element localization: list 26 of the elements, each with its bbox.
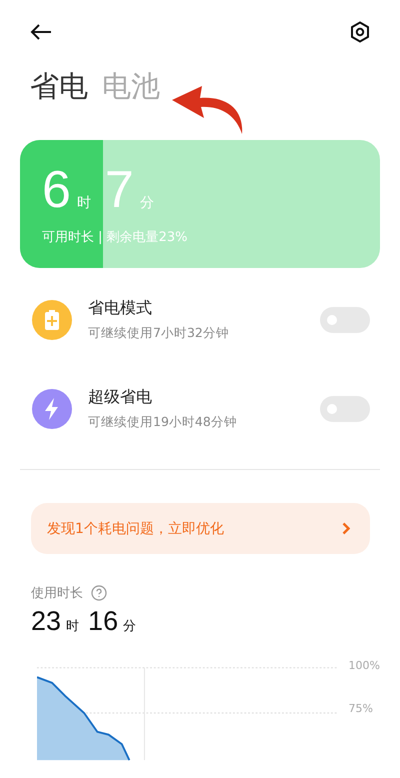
chevron-right-icon bbox=[342, 522, 350, 535]
usage-hours: 23 bbox=[31, 606, 62, 637]
optimize-banner[interactable]: 发现1个耗电问题，立即优化 bbox=[31, 503, 370, 554]
back-icon[interactable] bbox=[30, 24, 52, 40]
mode-subtitle: 可继续使用7小时32分钟 bbox=[88, 325, 230, 342]
usage-label: 使用时长 bbox=[31, 585, 83, 602]
hours-unit: 时 bbox=[76, 194, 91, 212]
usage-minutes-unit: 分 bbox=[123, 618, 136, 635]
battery-icon bbox=[32, 300, 72, 340]
axis-label: 100% bbox=[348, 659, 380, 672]
minutes-value: 7 bbox=[104, 160, 134, 220]
hours-value: 6 bbox=[42, 160, 71, 220]
lightning-icon bbox=[32, 389, 72, 429]
usage-hours-unit: 时 bbox=[66, 618, 80, 635]
axis-label: 75% bbox=[348, 702, 374, 715]
battery-caption: 可用时长 | 剩余电量23% bbox=[42, 229, 189, 246]
tab[interactable]: 电池 bbox=[102, 67, 160, 107]
help-icon[interactable] bbox=[91, 585, 107, 601]
mode-title: 省电模式 bbox=[88, 298, 153, 319]
settings-icon[interactable] bbox=[350, 21, 370, 43]
banner-text: 发现1个耗电问题，立即优化 bbox=[47, 520, 224, 538]
mode-title: 超级省电 bbox=[88, 387, 153, 408]
usage-minutes: 16 bbox=[88, 606, 118, 637]
tab[interactable]: 省电 bbox=[30, 67, 88, 107]
mode-subtitle: 可继续使用19小时48分钟 bbox=[88, 414, 238, 431]
minutes-unit: 分 bbox=[140, 194, 154, 212]
